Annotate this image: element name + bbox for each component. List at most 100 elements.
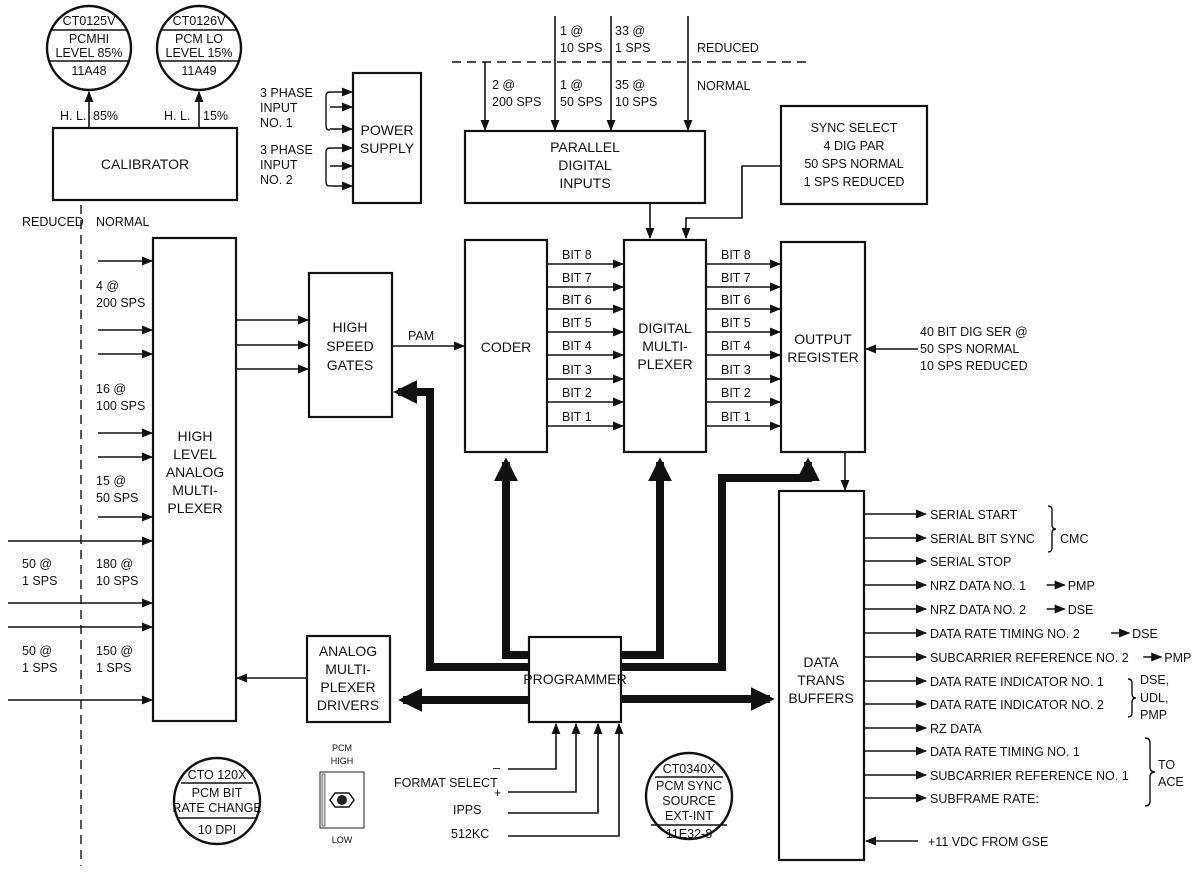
serial-input-label: 40 BIT DIG SER @ (920, 325, 1028, 339)
switch-label: HIGH (331, 756, 354, 766)
meter-cto120x: CTO 120X PCM BIT RATE CHANGE 10 DPI (172, 756, 262, 846)
amd-label: MULTI- (325, 661, 371, 677)
cal-pct-label: 85% (93, 109, 118, 123)
meter-ref: 11A49 (181, 64, 216, 78)
dse-udl-pmp-brace (1127, 678, 1137, 718)
outreg-label: OUTPUT (794, 331, 852, 347)
pam-label: PAM (408, 329, 434, 343)
meter-line: PCM LO (175, 32, 223, 46)
pdi-rate: 10 SPS (560, 41, 602, 55)
digmux-label: MULTI- (642, 338, 688, 354)
pdi-rate: 1 @ (560, 78, 583, 92)
output-label: DATA RATE INDICATOR NO. 2 (930, 698, 1104, 712)
bit-label: BIT 6 (721, 293, 751, 307)
mode-reduced-label: REDUCED (697, 41, 759, 55)
analog-rate: 100 SPS (96, 399, 145, 413)
sync-select-line: SYNC SELECT (811, 121, 898, 135)
bit-label: BIT 2 (721, 386, 751, 400)
analog-rate: 50 @ (22, 644, 52, 658)
ipps-label: IPPS (453, 803, 482, 817)
pdi-label: DIGITAL (558, 157, 612, 173)
analog-input-arrows (8, 256, 154, 705)
pcm-block-diagram: CT0125V PCMHI LEVEL 85% 11A48 CT0126V PC… (8, 4, 1191, 866)
bit-label: BIT 4 (562, 339, 592, 353)
ps-input-label: 3 PHASE (260, 143, 313, 157)
ps-input-label: NO. 2 (260, 173, 293, 187)
dse-udl-pmp-label: UDL, (1140, 691, 1168, 705)
pdi-rate: 1 @ (560, 24, 583, 38)
output-label: SERIAL BIT SYNC (930, 532, 1035, 546)
sync-select-line: 1 SPS REDUCED (804, 175, 905, 189)
pdi-rate: 1 SPS (615, 41, 650, 55)
meter-code: CT0340X (663, 762, 716, 776)
output-label: RZ DATA (930, 722, 982, 736)
switch-label: PCM (332, 743, 352, 753)
meter-code: CTO 120X (188, 768, 247, 782)
ps-input-label: INPUT (260, 158, 298, 172)
analog-rate: 50 @ (22, 557, 52, 571)
output-label: SUBFRAME RATE: (930, 792, 1039, 806)
output-destination: DSE (1132, 627, 1158, 641)
ps-input-label: NO. 1 (260, 116, 293, 130)
bit-label: BIT 7 (721, 271, 751, 285)
output-label: SUBCARRIER REFERENCE NO. 2 (930, 651, 1129, 665)
ps-input-label: INPUT (260, 101, 298, 115)
pcm-rate-toggle-switch[interactable]: PCM HIGH LOW (319, 743, 365, 845)
output-label: DATA RATE TIMING NO. 1 (930, 745, 1080, 759)
pdi-rate: 33 @ (615, 24, 645, 38)
output-destination: DSE (1068, 603, 1094, 617)
output-label: SERIAL START (930, 508, 1018, 522)
digmux-label: PLEXER (637, 356, 692, 372)
power-supply-label: SUPPLY (360, 140, 415, 156)
mode-reduced-label: REDUCED (22, 215, 84, 229)
bit-label: BIT 1 (562, 410, 592, 424)
analog-rate: 4 @ (96, 279, 119, 293)
analog-rate: 10 SPS (96, 574, 138, 588)
pdi-label: PARALLEL (550, 139, 620, 155)
sync-select-line: 4 DIG PAR (824, 139, 885, 153)
bit-label: BIT 8 (562, 248, 592, 262)
meter-ct0340x: CT0340X PCM SYNC SOURCE EXT-INT 11E32-8 (644, 751, 734, 841)
meter-ref: 11E32-8 (666, 827, 712, 841)
meter-ref: 10 DPI (198, 823, 236, 837)
outreg-label: REGISTER (787, 349, 859, 365)
meter-line: LEVEL 85% (56, 46, 123, 60)
format-select-plus: + (494, 786, 501, 800)
meter-line: RATE CHANGE (172, 801, 261, 815)
analog-rate: 1 SPS (22, 574, 57, 588)
pdi-label: INPUTS (559, 175, 610, 191)
cmc-label: CMC (1060, 532, 1088, 546)
cal-pct-label: 15% (203, 109, 228, 123)
cmc-brace (1047, 505, 1057, 553)
meter-ct0125v: CT0125V PCMHI LEVEL 85% 11A48 (45, 4, 133, 92)
analog-rate: 150 @ (96, 644, 133, 658)
amd-label: ANALOG (319, 643, 377, 659)
power-supply-label: POWER (361, 122, 414, 138)
hlam-label: ANALOG (166, 464, 224, 480)
analog-rate: 200 SPS (96, 296, 145, 310)
meter-code: CT0125V (63, 14, 116, 28)
pdi-rate: 50 SPS (560, 95, 602, 109)
meter-line: PCMHI (69, 32, 109, 46)
serial-input-label: 10 SPS REDUCED (920, 359, 1028, 373)
output-destination: PMP (1164, 651, 1191, 665)
output-label: SUBCARRIER REFERENCE NO. 1 (930, 769, 1129, 783)
output-label: NRZ DATA NO. 1 (930, 579, 1026, 593)
to-ace-label: ACE (1158, 775, 1184, 789)
meter-line: SOURCE (662, 794, 715, 808)
analog-rate: 16 @ (96, 382, 126, 396)
bit-label: BIT 6 (562, 293, 592, 307)
dtb-label: BUFFERS (788, 690, 853, 706)
programmer-label: PROGRAMMER (523, 671, 626, 687)
meter-line: EXT-INT (665, 809, 713, 823)
toggle-lever-icon (337, 795, 347, 805)
to-ace-label: TO (1158, 758, 1175, 772)
gates-label: HIGH (333, 319, 368, 335)
bus-to-coder (494, 457, 529, 659)
coder-label: CODER (481, 339, 532, 355)
ps-input-label: 3 PHASE (260, 86, 313, 100)
bus-to-digmux (621, 457, 672, 659)
analog-rate: 50 SPS (96, 491, 138, 505)
meter-ref: 11A48 (71, 64, 106, 78)
meter-line: PCM BIT (192, 786, 243, 800)
